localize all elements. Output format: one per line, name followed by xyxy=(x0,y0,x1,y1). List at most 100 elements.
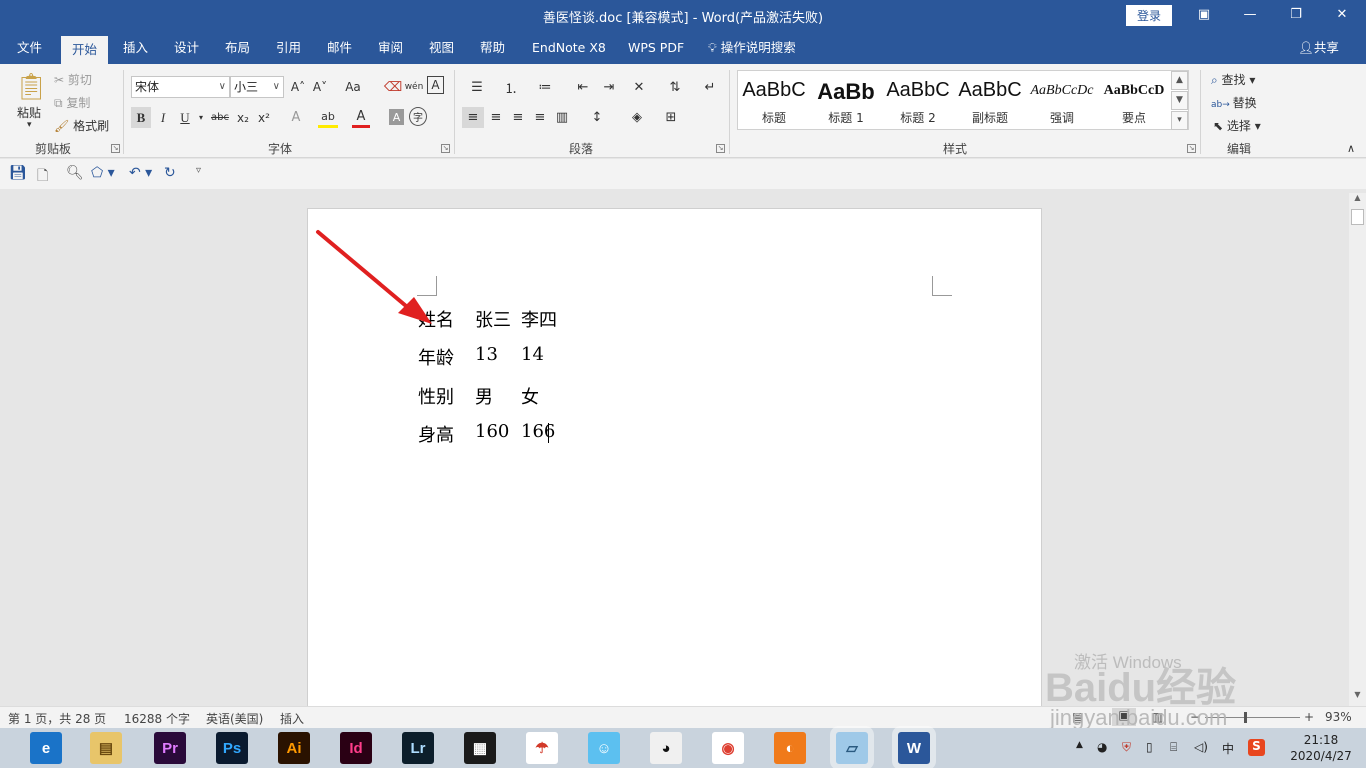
styles-more-icon[interactable]: ▾ xyxy=(1171,111,1188,130)
taskbar-chat-app-icon[interactable]: ☺ xyxy=(588,732,620,764)
minimize-button[interactable]: — xyxy=(1238,4,1262,26)
taskbar-qq-icon[interactable]: ◕ xyxy=(650,732,682,764)
scroll-up-icon[interactable]: ▲ xyxy=(1349,193,1366,207)
justify-icon[interactable]: ≡ xyxy=(530,107,550,128)
style-emphasis[interactable]: AaBbCcDc 强调 xyxy=(1026,71,1098,129)
zoom-in-button[interactable]: + xyxy=(1304,710,1314,724)
volume-icon[interactable]: ◁) xyxy=(1194,740,1208,754)
login-button[interactable]: 登录 xyxy=(1126,5,1172,26)
styles-scroll-down-icon[interactable]: ▼ xyxy=(1171,91,1188,110)
cut-button[interactable]: ✂ 剪切 xyxy=(54,71,92,88)
tab-endnote[interactable]: EndNote X8 xyxy=(521,32,617,64)
align-center-icon[interactable]: ≡ xyxy=(486,107,506,128)
align-right-icon[interactable]: ≡ xyxy=(508,107,528,128)
tab-insert[interactable]: 插入 xyxy=(112,32,159,64)
taskbar-chrome-icon[interactable]: ◉ xyxy=(712,732,744,764)
zoom-slider-thumb[interactable] xyxy=(1244,712,1247,723)
style-heading-2[interactable]: AaBbC 标题 2 xyxy=(882,71,954,129)
ime-indicator[interactable]: 中 xyxy=(1222,740,1234,757)
tab-references[interactable]: 引用 xyxy=(265,32,312,64)
scroll-down-icon[interactable]: ▼ xyxy=(1349,690,1366,704)
taskbar-video-editor-icon[interactable]: ▦ xyxy=(464,732,496,764)
qq-tray-icon[interactable]: ◕ xyxy=(1097,740,1107,754)
redo-icon[interactable]: ↻ xyxy=(164,165,176,181)
line-spacing-icon[interactable]: ↕ xyxy=(584,107,610,128)
taskbar-file-explorer-icon[interactable]: ▤ xyxy=(90,732,122,764)
undo-icon[interactable]: ↶ ▾ xyxy=(129,165,152,181)
select-button[interactable]: ⬉ 选择 ▾ xyxy=(1213,117,1261,134)
maximize-button[interactable]: ❐ xyxy=(1284,4,1308,26)
enclose-characters-icon[interactable]: 字 xyxy=(409,107,427,126)
taskbar-lightroom-icon[interactable]: Lr xyxy=(402,732,434,764)
bullets-icon[interactable]: ☰ xyxy=(464,76,490,98)
network-icon[interactable]: ⌸ xyxy=(1170,740,1177,755)
replace-button[interactable]: ab→ 替换 xyxy=(1211,94,1257,111)
multilevel-list-icon[interactable]: ≔ xyxy=(532,76,558,98)
subscript-button[interactable]: x₂ xyxy=(234,107,252,128)
tab-mailings[interactable]: 邮件 xyxy=(316,32,363,64)
zoom-level[interactable]: 93% xyxy=(1325,710,1352,724)
distributed-icon[interactable]: ▥ xyxy=(552,107,572,128)
taskbar-illustrator-icon[interactable]: Ai xyxy=(278,732,310,764)
align-left-icon[interactable]: ≡ xyxy=(462,107,484,128)
show-marks-icon[interactable]: ↵ xyxy=(701,76,719,98)
save-icon[interactable]: 💾︎ xyxy=(9,165,27,181)
system-clock[interactable]: 21:18 2020/4/27 xyxy=(1290,732,1352,764)
shading-icon[interactable]: ◈ xyxy=(624,107,650,128)
superscript-button[interactable]: x² xyxy=(255,107,273,128)
close-button[interactable]: ✕ xyxy=(1330,4,1354,26)
paste-dropdown-icon[interactable]: ▾ xyxy=(27,120,32,130)
character-shading-icon[interactable]: A xyxy=(389,109,404,125)
format-painter-button[interactable]: 🖌︎ 格式刷 xyxy=(54,117,109,134)
highlight-icon[interactable]: ab xyxy=(318,107,338,128)
font-size-select[interactable]: 小三 ∨ xyxy=(230,76,284,98)
security-tray-icon[interactable]: ⛨ xyxy=(1122,740,1131,755)
character-border-icon[interactable]: A xyxy=(427,76,444,94)
tray-expand-icon[interactable]: ▲ xyxy=(1076,740,1083,750)
ribbon-display-icon[interactable]: ▣ xyxy=(1192,4,1216,26)
draw-icon[interactable]: ⬠ ▾ xyxy=(91,165,115,181)
taskbar-premiere-icon[interactable]: Pr xyxy=(154,732,186,764)
font-color-icon[interactable]: A xyxy=(352,107,370,128)
tab-design[interactable]: 设计 xyxy=(163,32,210,64)
collapse-ribbon-icon[interactable]: ∧ xyxy=(1347,142,1355,155)
tab-help[interactable]: 帮助 xyxy=(469,32,516,64)
tab-home[interactable]: 开始 xyxy=(61,36,109,64)
paste-icon[interactable]: 📋︎ xyxy=(14,70,48,104)
copy-button[interactable]: ⧉ 复制 xyxy=(54,94,90,111)
text-effects-icon[interactable]: A xyxy=(287,107,305,128)
underline-dropdown-icon[interactable]: ▾ xyxy=(197,107,205,128)
taskbar-umbrella-app-icon[interactable]: ☂ xyxy=(526,732,558,764)
tab-layout[interactable]: 布局 xyxy=(214,32,261,64)
share-button[interactable]: 👤︎共享 xyxy=(1298,32,1339,64)
tell-me-search[interactable]: 💡︎ 操作说明搜索 xyxy=(708,32,796,64)
font-launcher-icon[interactable]: ↘ xyxy=(441,144,450,153)
change-case-icon[interactable]: Aa xyxy=(339,76,367,98)
taskbar-photoshop-icon[interactable]: Ps xyxy=(216,732,248,764)
language-status[interactable]: 英语(美国) xyxy=(206,710,263,727)
battery-icon[interactable]: ▯ xyxy=(1146,740,1153,754)
taskbar-fox-app-icon[interactable]: ◐ xyxy=(774,732,806,764)
tab-wps-pdf[interactable]: WPS PDF xyxy=(617,32,695,64)
taskbar-notes-app-icon[interactable]: ▱ xyxy=(830,726,874,768)
clear-formatting-icon[interactable]: ⌫ xyxy=(384,76,402,98)
customize-qat-icon[interactable]: ▿ xyxy=(196,165,201,176)
increase-indent-icon[interactable]: ⇥ xyxy=(598,76,620,98)
chinese-layout-icon[interactable]: ✕ xyxy=(626,76,652,98)
style-title[interactable]: AaBbC 标题 xyxy=(738,71,810,129)
tab-view[interactable]: 视图 xyxy=(418,32,465,64)
paste-button[interactable]: 粘贴 xyxy=(17,104,41,121)
style-heading-1[interactable]: AaBb 标题 1 xyxy=(810,71,882,129)
underline-button[interactable]: U xyxy=(176,107,194,128)
sogou-ime-icon[interactable]: S xyxy=(1248,739,1265,756)
decrease-indent-icon[interactable]: ⇤ xyxy=(572,76,594,98)
borders-icon[interactable]: ⊞ xyxy=(658,107,684,128)
shrink-font-icon[interactable]: A˅ xyxy=(311,76,329,98)
clipboard-launcher-icon[interactable]: ↘ xyxy=(111,144,120,153)
font-family-select[interactable]: 宋体 ∨ xyxy=(131,76,230,98)
phonetic-guide-icon[interactable]: wén xyxy=(404,76,424,98)
taskbar-word-icon[interactable]: W xyxy=(892,726,936,768)
numbering-icon[interactable]: ⒈ xyxy=(498,76,524,98)
vertical-scrollbar[interactable]: ▲ ▼ xyxy=(1349,193,1366,706)
tab-review[interactable]: 审阅 xyxy=(367,32,414,64)
